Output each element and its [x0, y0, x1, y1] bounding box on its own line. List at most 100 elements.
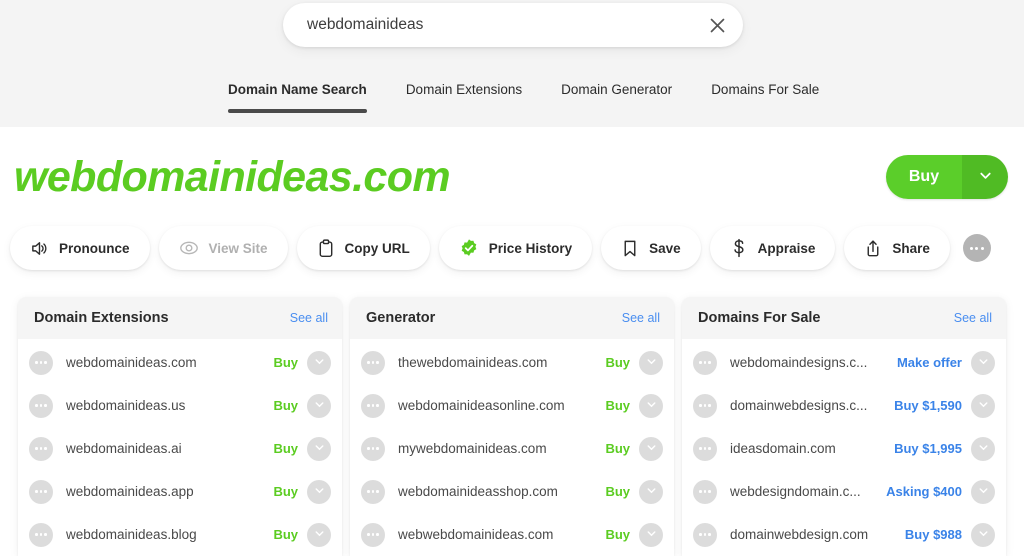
table-row[interactable]: webdomaindesigns.c...Make offer: [682, 341, 1006, 384]
search-input[interactable]: [283, 16, 695, 34]
domain-name-label[interactable]: webdomainideas.app: [66, 484, 273, 499]
row-more-button[interactable]: [693, 351, 717, 375]
row-more-button[interactable]: [361, 523, 385, 547]
row-action-link[interactable]: Buy: [273, 398, 298, 413]
row-more-button[interactable]: [693, 523, 717, 547]
row-expand-button[interactable]: [971, 394, 995, 418]
row-action-link[interactable]: Buy $1,590: [894, 398, 962, 413]
row-action-link[interactable]: Buy: [605, 484, 630, 499]
row-action-link[interactable]: Buy: [273, 527, 298, 542]
domain-name-label[interactable]: domainwebdesign.com: [730, 527, 905, 542]
table-row[interactable]: webdomainideas.comBuy: [18, 341, 342, 384]
domain-name-label[interactable]: ideasdomain.com: [730, 441, 894, 456]
row-more-button[interactable]: [29, 437, 53, 461]
row-action-link[interactable]: Buy: [273, 355, 298, 370]
table-row[interactable]: mywebdomainideas.comBuy: [350, 427, 674, 470]
share-button[interactable]: Share: [844, 226, 950, 270]
domain-name-label[interactable]: webdomainideasonline.com: [398, 398, 605, 413]
row-more-button[interactable]: [29, 394, 53, 418]
domain-name-label[interactable]: webdomaindesigns.c...: [730, 355, 897, 370]
tab-domain-generator[interactable]: Domain Generator: [561, 80, 672, 113]
row-more-button[interactable]: [361, 351, 385, 375]
copy-url-button[interactable]: Copy URL: [297, 226, 430, 270]
tab-domain-name-search[interactable]: Domain Name Search: [228, 80, 367, 113]
ellipsis-icon: [372, 447, 375, 450]
page-header: Domain Name Search Domain Extensions Dom…: [0, 0, 1024, 127]
domain-name-label[interactable]: thewebdomainideas.com: [398, 355, 605, 370]
table-row[interactable]: webdomainideas.usBuy: [18, 384, 342, 427]
row-action-link[interactable]: Buy: [605, 527, 630, 542]
see-all-link[interactable]: See all: [290, 311, 328, 325]
pronounce-button[interactable]: Pronounce: [10, 226, 150, 270]
domain-name-label[interactable]: domainwebdesigns.c...: [730, 398, 894, 413]
row-more-button[interactable]: [361, 394, 385, 418]
row-action-link[interactable]: Buy: [605, 398, 630, 413]
row-more-button[interactable]: [29, 351, 53, 375]
row-more-button[interactable]: [29, 523, 53, 547]
row-more-button[interactable]: [693, 480, 717, 504]
bookmark-icon: [621, 239, 639, 258]
row-action-link[interactable]: Buy: [273, 484, 298, 499]
row-more-button[interactable]: [693, 394, 717, 418]
domain-name-label[interactable]: webdomainideas.ai: [66, 441, 273, 456]
domain-name-label[interactable]: webwebdomainideas.com: [398, 527, 605, 542]
tab-domain-extensions[interactable]: Domain Extensions: [406, 80, 522, 113]
save-button[interactable]: Save: [601, 226, 701, 270]
price-history-button[interactable]: Price History: [439, 226, 592, 270]
table-row[interactable]: webdesigndomain.c...Asking $400: [682, 470, 1006, 513]
row-expand-button[interactable]: [639, 480, 663, 504]
row-expand-button[interactable]: [307, 480, 331, 504]
table-row[interactable]: webdomainideas.appBuy: [18, 470, 342, 513]
ellipsis-icon: [44, 404, 47, 407]
row-expand-button[interactable]: [307, 437, 331, 461]
domain-name-label[interactable]: webdomainideasshop.com: [398, 484, 605, 499]
table-row[interactable]: webdomainideasonline.comBuy: [350, 384, 674, 427]
domain-name-label[interactable]: mywebdomainideas.com: [398, 441, 605, 456]
row-expand-button[interactable]: [639, 351, 663, 375]
row-more-button[interactable]: [693, 437, 717, 461]
buy-dropdown-button[interactable]: [962, 155, 1008, 199]
row-action-link[interactable]: Buy $1,995: [894, 441, 962, 456]
row-action-link[interactable]: Make offer: [897, 355, 962, 370]
row-expand-button[interactable]: [639, 437, 663, 461]
table-row[interactable]: thewebdomainideas.comBuy: [350, 341, 674, 384]
row-action-link[interactable]: Buy: [605, 355, 630, 370]
row-expand-button[interactable]: [971, 437, 995, 461]
card-row-list: webdomaindesigns.c...Make offerdomainweb…: [682, 339, 1006, 556]
row-expand-button[interactable]: [307, 394, 331, 418]
buy-button[interactable]: Buy: [886, 155, 962, 199]
row-expand-button[interactable]: [307, 523, 331, 547]
row-more-button[interactable]: [361, 480, 385, 504]
row-more-button[interactable]: [29, 480, 53, 504]
row-expand-button[interactable]: [971, 523, 995, 547]
domain-name-label[interactable]: webdomainideas.us: [66, 398, 273, 413]
row-action-link[interactable]: Buy $988: [905, 527, 962, 542]
row-expand-button[interactable]: [971, 351, 995, 375]
search-bar[interactable]: [283, 3, 743, 47]
card-domain-extensions: Domain ExtensionsSee allwebdomainideas.c…: [18, 297, 342, 556]
row-expand-button[interactable]: [971, 480, 995, 504]
row-expand-button[interactable]: [639, 523, 663, 547]
row-action-link[interactable]: Buy: [273, 441, 298, 456]
view-site-button[interactable]: View Site: [159, 226, 288, 270]
table-row[interactable]: webdomainideasshop.comBuy: [350, 470, 674, 513]
row-expand-button[interactable]: [639, 394, 663, 418]
table-row[interactable]: webdomainideas.aiBuy: [18, 427, 342, 470]
row-expand-button[interactable]: [307, 351, 331, 375]
domain-name-label[interactable]: webdesigndomain.c...: [730, 484, 886, 499]
tab-domains-for-sale[interactable]: Domains For Sale: [711, 80, 819, 113]
domain-name-label[interactable]: webdomainideas.blog: [66, 527, 273, 542]
domain-name-label[interactable]: webdomainideas.com: [66, 355, 273, 370]
see-all-link[interactable]: See all: [622, 311, 660, 325]
table-row[interactable]: domainwebdesigns.c...Buy $1,590: [682, 384, 1006, 427]
row-more-button[interactable]: [361, 437, 385, 461]
table-row[interactable]: ideasdomain.comBuy $1,995: [682, 427, 1006, 470]
appraise-button[interactable]: Appraise: [710, 226, 836, 270]
row-action-link[interactable]: Buy: [605, 441, 630, 456]
see-all-link[interactable]: See all: [954, 311, 992, 325]
row-action-link[interactable]: Asking $400: [886, 484, 962, 499]
ellipsis-icon: [699, 361, 702, 364]
more-actions-button[interactable]: [963, 234, 991, 262]
clear-search-button[interactable]: [695, 3, 739, 47]
buy-split-button[interactable]: Buy: [886, 155, 1008, 199]
